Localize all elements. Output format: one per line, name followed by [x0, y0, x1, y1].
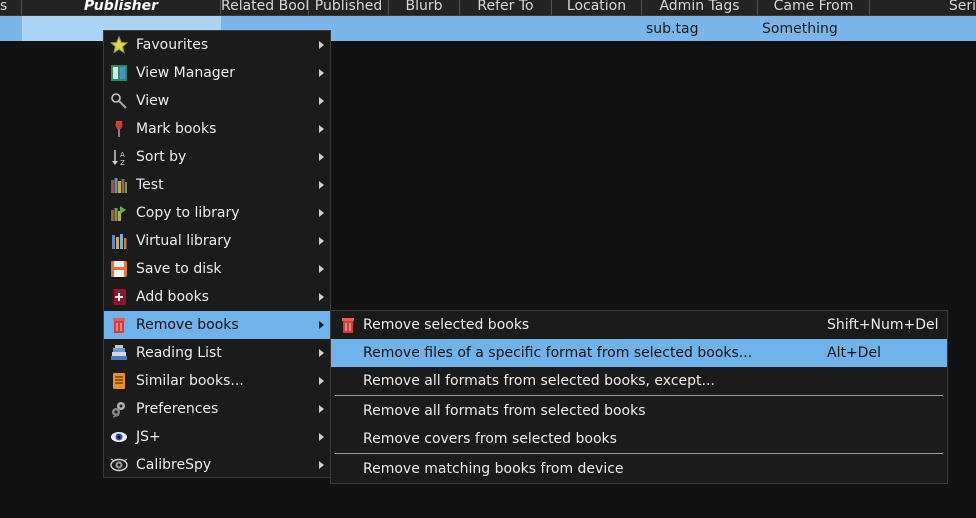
- admin-tags-cell: sub.tag: [646, 21, 699, 37]
- column-header-location[interactable]: Location: [552, 0, 642, 15]
- reading-list-icon: [111, 345, 127, 360]
- menu-separator: [335, 453, 943, 454]
- svg-text:A: A: [120, 151, 125, 159]
- menu-item-label: CalibreSpy: [136, 457, 212, 473]
- menu-item-test[interactable]: Test: [104, 171, 330, 199]
- gears-icon: [112, 402, 125, 418]
- submenu-arrow-icon: [319, 405, 324, 413]
- submenu-arrow-icon: [319, 209, 324, 217]
- submenu-arrow-icon: [319, 349, 324, 357]
- menu-item-copy-to-library[interactable]: Copy to library: [104, 199, 330, 227]
- library-books-icon: [111, 178, 127, 193]
- column-header-published[interactable]: Published: [309, 0, 389, 15]
- column-header-publisher[interactable]: Publisher: [22, 0, 221, 15]
- eye-icon: [111, 432, 127, 442]
- virtual-library-icon: [112, 234, 127, 249]
- menu-item-label: Virtual library: [136, 233, 232, 249]
- menu-item-label: Similar books...: [136, 373, 244, 389]
- context-menu: Favourites View Manager View Mark books …: [103, 30, 331, 478]
- menu-item-mark-books[interactable]: Mark books: [104, 115, 330, 143]
- menu-item-label: JS+: [136, 429, 161, 445]
- sort-icon: AZ: [112, 150, 125, 166]
- floppy-disk-icon: [111, 261, 127, 277]
- column-header-related-book[interactable]: Related Book: [221, 0, 309, 15]
- menu-item-reading-list[interactable]: Reading List: [104, 339, 330, 367]
- menu-item-save-to-disk[interactable]: Save to disk: [104, 255, 330, 283]
- submenu-arrow-icon: [319, 69, 324, 77]
- menu-item-view-manager[interactable]: View Manager: [104, 59, 330, 87]
- submenu-item-remove-all-formats-except[interactable]: Remove all formats from selected books, …: [331, 367, 947, 395]
- submenu-arrow-icon: [319, 293, 324, 301]
- submenu-arrow-icon: [319, 461, 324, 469]
- submenu-item-label: Remove all formats from selected books, …: [363, 373, 715, 389]
- came-from-cell: Something: [762, 21, 838, 37]
- menu-item-label: Preferences: [136, 401, 219, 417]
- menu-item-preferences[interactable]: Preferences: [104, 395, 330, 423]
- add-book-icon: [112, 289, 126, 305]
- column-header-series[interactable]: Seri: [870, 0, 976, 15]
- submenu-arrow-icon: [319, 377, 324, 385]
- menu-item-similar-books[interactable]: Similar books...: [104, 367, 330, 395]
- column-header-partial[interactable]: s: [0, 0, 22, 15]
- shortcut-label: Shift+Num+Del: [827, 317, 939, 333]
- menu-item-label: Copy to library: [136, 205, 240, 221]
- menu-separator: [335, 395, 943, 396]
- menu-item-label: Reading List: [136, 345, 222, 361]
- svg-text:Z: Z: [120, 159, 125, 166]
- submenu-arrow-icon: [319, 433, 324, 441]
- shortcut-label: Alt+Del: [827, 345, 881, 361]
- submenu-item-label: Remove all formats from selected books: [363, 403, 646, 419]
- remove-books-submenu: Remove selected books Shift+Num+Del Remo…: [330, 310, 948, 484]
- submenu-arrow-icon: [319, 97, 324, 105]
- submenu-item-remove-all-formats[interactable]: Remove all formats from selected books: [331, 397, 947, 425]
- menu-item-label: Remove books: [136, 317, 239, 333]
- submenu-item-remove-matching-from-device[interactable]: Remove matching books from device: [331, 455, 947, 483]
- magnifier-icon: [111, 93, 127, 109]
- menu-item-label: Mark books: [136, 121, 217, 137]
- menu-item-view[interactable]: View: [104, 87, 330, 115]
- star-icon: [110, 36, 128, 54]
- menu-item-sort-by[interactable]: AZ Sort by: [104, 143, 330, 171]
- similar-books-icon: [113, 373, 125, 389]
- submenu-item-label: Remove matching books from device: [363, 461, 624, 477]
- submenu-item-label: Remove covers from selected books: [363, 431, 617, 447]
- menu-item-label: Add books: [136, 289, 209, 305]
- submenu-arrow-icon: [319, 265, 324, 273]
- menu-item-label: View: [136, 93, 170, 109]
- submenu-item-label: Remove selected books: [363, 317, 530, 333]
- trash-icon: [113, 318, 125, 333]
- menu-item-label: View Manager: [136, 65, 236, 81]
- menu-item-virtual-library[interactable]: Virtual library: [104, 227, 330, 255]
- menu-item-label: Sort by: [136, 149, 187, 165]
- submenu-arrow-icon: [319, 125, 324, 133]
- trash-icon: [342, 318, 354, 333]
- column-header: s Publisher Related Book Published Blurb…: [0, 0, 976, 16]
- menu-item-label: Favourites: [136, 37, 209, 53]
- column-header-refer-to[interactable]: Refer To: [460, 0, 552, 15]
- column-header-blurb[interactable]: Blurb: [389, 0, 460, 15]
- menu-item-calibrespy[interactable]: CalibreSpy: [104, 451, 330, 479]
- menu-item-label: Save to disk: [136, 261, 222, 277]
- menu-item-add-books[interactable]: Add books: [104, 283, 330, 311]
- view-manager-icon: [111, 65, 127, 81]
- spy-eye-icon: [110, 458, 128, 472]
- submenu-arrow-icon: [319, 153, 324, 161]
- submenu-item-remove-specific-format[interactable]: Remove files of a specific format from s…: [331, 339, 947, 367]
- submenu-item-remove-selected-books[interactable]: Remove selected books Shift+Num+Del: [331, 311, 947, 339]
- submenu-item-label: Remove files of a specific format from s…: [363, 345, 753, 361]
- menu-item-remove-books[interactable]: Remove books: [104, 311, 330, 339]
- submenu-item-remove-covers[interactable]: Remove covers from selected books: [331, 425, 947, 453]
- menu-item-js-plus[interactable]: JS+: [104, 423, 330, 451]
- column-header-came-from[interactable]: Came From: [758, 0, 870, 15]
- copy-library-icon: [111, 206, 126, 221]
- pin-icon: [115, 121, 123, 137]
- submenu-arrow-icon: [319, 41, 324, 49]
- column-header-admin-tags[interactable]: Admin Tags: [642, 0, 758, 15]
- menu-item-label: Test: [136, 177, 164, 193]
- menu-item-favourites[interactable]: Favourites: [104, 31, 330, 59]
- submenu-arrow-icon: [319, 237, 324, 245]
- submenu-arrow-icon: [319, 181, 324, 189]
- submenu-arrow-icon: [319, 321, 324, 329]
